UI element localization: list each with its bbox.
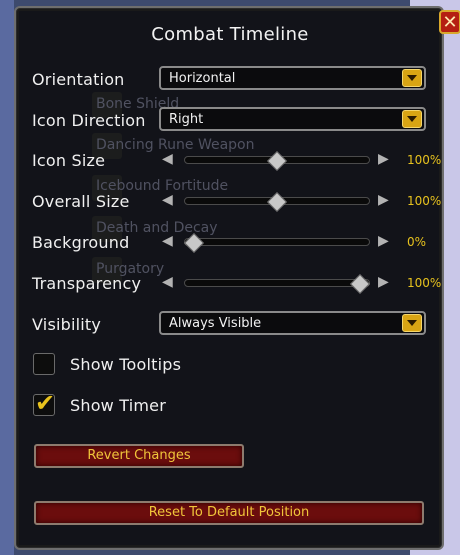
chevron-down-icon[interactable] — [402, 314, 422, 332]
close-button[interactable]: ✕ — [439, 10, 460, 34]
icon-size-slider[interactable] — [184, 151, 370, 171]
show-tooltips-checkbox[interactable] — [33, 353, 55, 375]
show-timer-checkbox[interactable]: ✔ — [33, 389, 55, 417]
window-title: Combat Timeline — [151, 24, 309, 45]
revert-changes-button[interactable]: Revert Changes — [34, 444, 244, 468]
increase-arrow-icon[interactable]: ▶ — [378, 274, 389, 290]
visibility-value: Always Visible — [169, 316, 262, 331]
overall-size-label: Overall Size — [32, 192, 130, 211]
orientation-value: Horizontal — [169, 71, 236, 86]
orientation-label: Orientation — [32, 70, 125, 89]
visibility-label: Visibility — [32, 315, 102, 334]
icon-size-value: 100% — [407, 153, 442, 167]
reset-default-position-button[interactable]: Reset To Default Position — [34, 501, 424, 525]
icon-direction-label: Icon Direction — [32, 111, 146, 130]
overall-size-value: 100% — [407, 194, 442, 208]
show-tooltips-label: Show Tooltips — [70, 355, 182, 374]
increase-arrow-icon[interactable]: ▶ — [378, 192, 389, 208]
increase-arrow-icon[interactable]: ▶ — [378, 151, 389, 167]
transparency-slider[interactable] — [184, 274, 370, 294]
transparency-label: Transparency — [32, 274, 142, 293]
background-slider[interactable] — [184, 233, 370, 253]
chevron-down-icon[interactable] — [402, 69, 422, 87]
show-timer-label: Show Timer — [70, 396, 166, 415]
decrease-arrow-icon[interactable]: ◀ — [162, 151, 173, 167]
overall-size-slider[interactable] — [184, 192, 370, 212]
check-icon: ✔ — [35, 389, 56, 417]
ghost-item: Dancing Rune Weapon — [96, 137, 255, 153]
visibility-dropdown[interactable]: Always Visible — [159, 311, 426, 335]
background-label: Background — [32, 233, 130, 252]
increase-arrow-icon[interactable]: ▶ — [378, 233, 389, 249]
decrease-arrow-icon[interactable]: ◀ — [162, 233, 173, 249]
icon-direction-dropdown[interactable]: Right — [159, 107, 426, 131]
decrease-arrow-icon[interactable]: ◀ — [162, 274, 173, 290]
icon-direction-value: Right — [169, 112, 204, 127]
background-value: 0% — [407, 235, 427, 249]
icon-size-label: Icon Size — [32, 151, 106, 170]
decrease-arrow-icon[interactable]: ◀ — [162, 192, 173, 208]
transparency-value: 100% — [407, 276, 442, 290]
chevron-down-icon[interactable] — [402, 110, 422, 128]
orientation-dropdown[interactable]: Horizontal — [159, 66, 426, 90]
background-left-stripe — [0, 0, 14, 555]
